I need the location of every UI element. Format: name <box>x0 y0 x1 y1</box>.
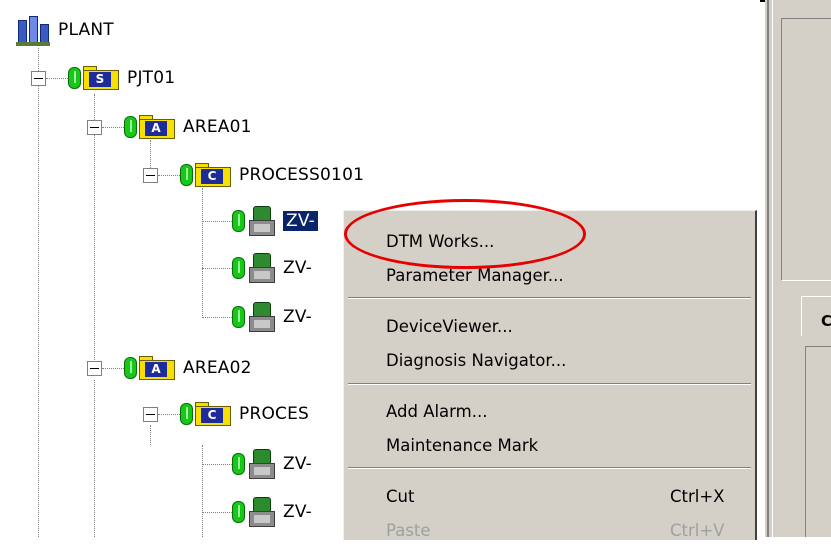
status-ok-icon <box>124 116 137 138</box>
tree-node-label: AREA02 <box>183 358 252 378</box>
menu-item-diagnosis-navigator[interactable]: Diagnosis Navigator... <box>344 343 754 377</box>
context-menu: DTM Works... Parameter Manager... Device… <box>343 210 757 540</box>
tree-line <box>38 48 39 537</box>
tree-line <box>102 368 124 369</box>
tree-node-label: ZV- <box>283 211 319 231</box>
status-ok-icon <box>232 501 245 523</box>
menu-item-add-alarm[interactable]: Add Alarm... <box>344 394 754 428</box>
menu-item-label: DTM Works... <box>386 231 495 251</box>
tree-node-device[interactable]: ZV- <box>232 300 312 334</box>
panel-tab-label[interactable]: C <box>821 312 831 330</box>
tree-node-label: AREA01 <box>183 117 252 137</box>
folder-icon: S <box>83 66 119 90</box>
tree-root-plant[interactable]: PLANT <box>16 13 114 47</box>
device-icon <box>249 253 275 283</box>
status-ok-icon <box>124 357 137 379</box>
tree-node-area02[interactable]: A AREA02 <box>124 351 252 385</box>
collapse-toggle[interactable] <box>31 71 46 86</box>
folder-icon: A <box>139 115 175 139</box>
status-ok-icon <box>68 67 81 89</box>
menu-item-label: DeviceViewer... <box>386 316 513 336</box>
menu-item-dtm-works[interactable]: DTM Works... <box>344 224 754 258</box>
pane-border <box>781 18 782 280</box>
tree-node-device[interactable]: ZV- <box>232 251 312 285</box>
menu-item-maintenance-mark[interactable]: Maintenance Mark <box>344 428 754 462</box>
tree-node-process0201[interactable]: C PROCES <box>180 397 309 431</box>
collapse-toggle[interactable] <box>143 407 158 422</box>
tree-line <box>202 317 232 318</box>
tree-line <box>94 380 95 537</box>
tree-line <box>202 221 232 222</box>
status-ok-icon <box>232 453 245 475</box>
tree-node-process0101[interactable]: C PROCESS0101 <box>180 158 364 192</box>
tree-line <box>46 78 68 79</box>
collapse-toggle[interactable] <box>87 120 102 135</box>
menu-item-parameter-manager[interactable]: Parameter Manager... <box>344 258 754 292</box>
tree-node-area01[interactable]: A AREA01 <box>124 110 252 144</box>
tab-edge <box>801 296 831 297</box>
tree-line <box>202 445 203 537</box>
splitter[interactable] <box>767 0 769 537</box>
tree-node-label: ZV- <box>283 454 313 474</box>
menu-item-paste[interactable]: Paste Ctrl+V <box>344 513 754 547</box>
pane-border <box>781 18 831 19</box>
menu-item-label: Add Alarm... <box>386 401 488 421</box>
pane-border <box>805 346 806 537</box>
status-ok-icon <box>180 403 193 425</box>
tree-line <box>158 175 180 176</box>
tree-line <box>102 127 124 128</box>
tree-line <box>202 464 232 465</box>
status-ok-icon <box>180 164 193 186</box>
tree-node-label: ZV- <box>283 258 313 278</box>
pane-border <box>805 346 831 347</box>
menu-item-shortcut: Ctrl+X <box>670 486 725 506</box>
status-ok-icon <box>232 210 245 232</box>
collapse-toggle[interactable] <box>143 168 158 183</box>
tree-node-device[interactable]: ZV- <box>232 204 319 238</box>
right-pane <box>765 0 831 537</box>
device-icon <box>249 206 275 236</box>
device-icon <box>249 449 275 479</box>
menu-separator <box>348 297 751 299</box>
tree-node-label: PLANT <box>58 20 114 40</box>
pane-edge <box>772 0 773 537</box>
tree-node-label: ZV- <box>283 307 313 327</box>
plant-icon <box>16 14 50 46</box>
tree-node-label: ZV- <box>283 502 313 522</box>
tree-line <box>202 512 232 513</box>
device-icon <box>249 302 275 332</box>
menu-item-cut[interactable]: Cut Ctrl+X <box>344 479 754 513</box>
tree-line <box>202 188 203 318</box>
folder-icon: C <box>195 163 231 187</box>
menu-item-label: Diagnosis Navigator... <box>386 350 567 370</box>
menu-separator <box>348 383 751 385</box>
tree-line <box>150 425 151 445</box>
tree-node-pjt01[interactable]: S PJT01 <box>68 61 175 95</box>
pane-border <box>782 280 831 281</box>
menu-item-label: Cut <box>386 486 415 506</box>
tab-edge <box>801 296 802 336</box>
status-ok-icon <box>232 306 245 328</box>
tree-node-label: PJT01 <box>127 68 176 88</box>
tree-node-device[interactable]: ZV- <box>232 447 312 481</box>
menu-item-label: Maintenance Mark <box>386 435 539 455</box>
folder-icon: A <box>139 356 175 380</box>
collapse-toggle[interactable] <box>87 361 102 376</box>
tree-node-device[interactable]: ZV- <box>232 495 312 529</box>
tree-node-label: PROCESS0101 <box>239 165 365 185</box>
menu-item-label: Parameter Manager... <box>386 265 564 285</box>
tree-node-label: PROCES <box>239 404 310 424</box>
tree-line <box>158 414 180 415</box>
tree-line <box>202 268 232 269</box>
status-ok-icon <box>232 257 245 279</box>
menu-item-deviceviewer[interactable]: DeviceViewer... <box>344 309 754 343</box>
device-icon <box>249 497 275 527</box>
folder-icon: C <box>195 402 231 426</box>
menu-separator <box>348 467 751 469</box>
